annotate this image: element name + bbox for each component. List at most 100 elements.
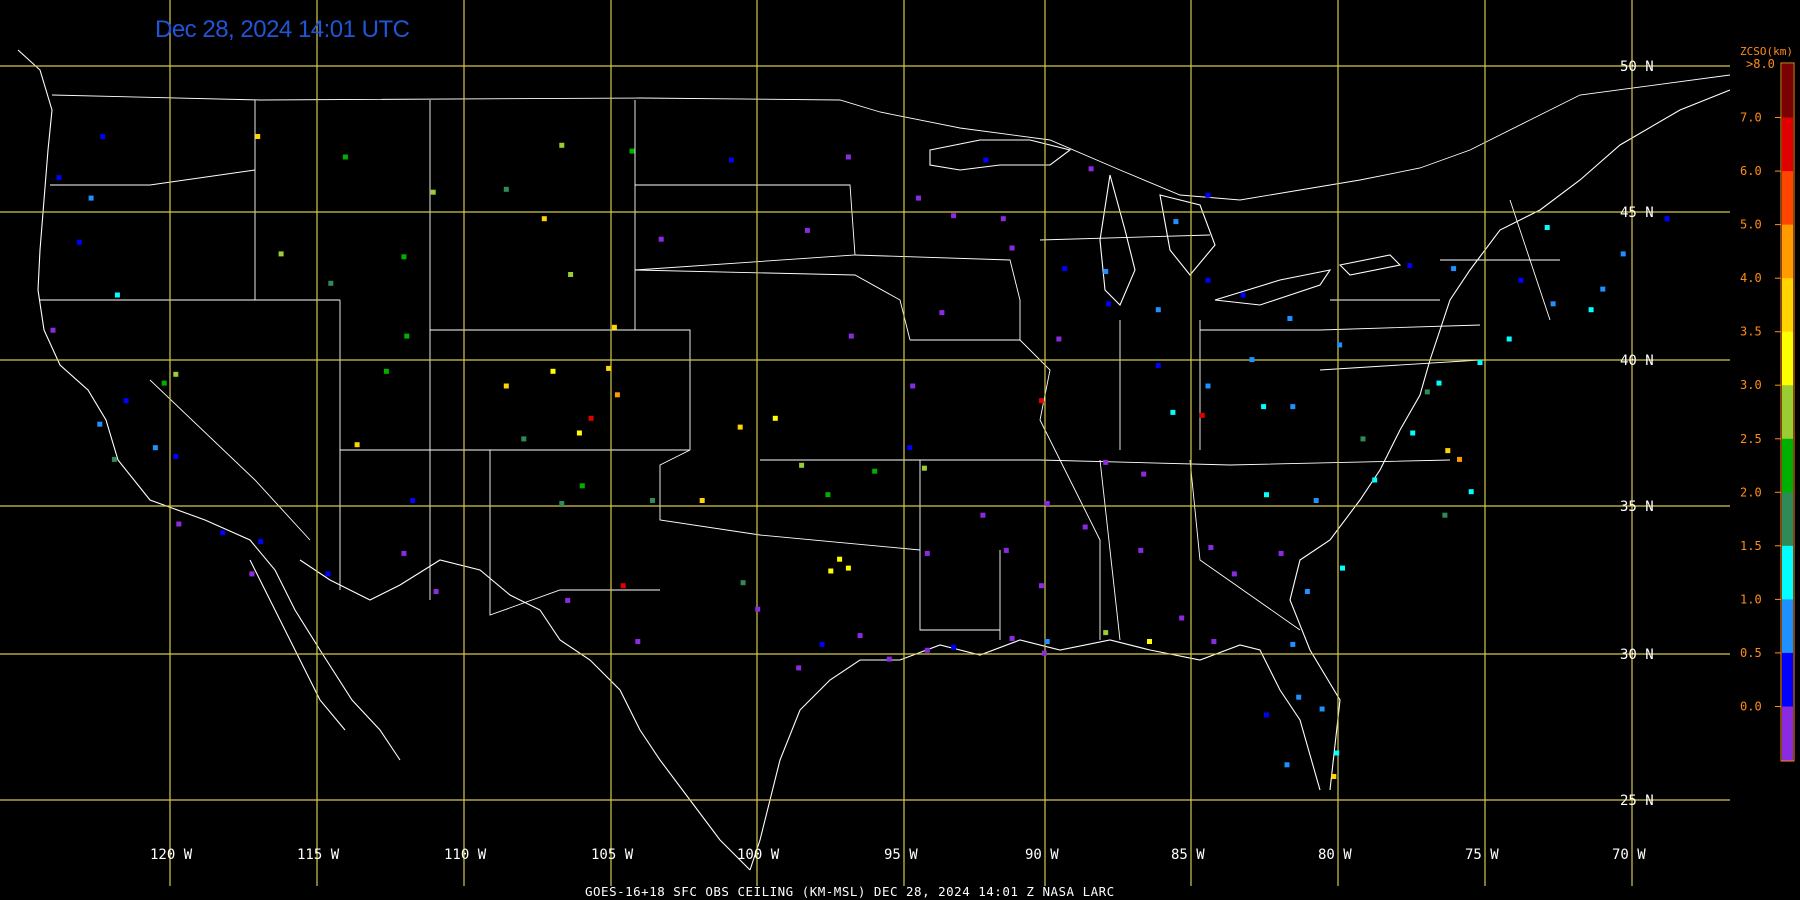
observation-point xyxy=(1468,489,1474,495)
observation-point xyxy=(939,310,945,316)
observation-point xyxy=(606,365,612,371)
legend-tick-label: 0.0 xyxy=(1740,700,1762,714)
observation-point xyxy=(76,239,82,245)
legend-tick-label: 7.0 xyxy=(1740,111,1762,125)
legend-tick-label: 1.0 xyxy=(1740,592,1762,606)
observation-point xyxy=(629,148,635,154)
legend-swatch xyxy=(1782,331,1793,386)
observation-point xyxy=(1337,342,1343,348)
observation-point xyxy=(152,445,158,451)
observation-point xyxy=(1211,639,1217,644)
observation-point xyxy=(88,195,94,201)
observation-point xyxy=(1304,589,1310,594)
observation-point xyxy=(1173,219,1179,225)
weather-map: 50 N 45 N 40 N 35 N 30 N 25 N 120 W 115 W 110 W… xyxy=(0,0,1800,900)
observation-point xyxy=(980,512,986,518)
observation-point xyxy=(1334,750,1340,756)
observation-point xyxy=(383,368,389,374)
observation-point xyxy=(258,539,264,545)
observation-point xyxy=(1264,712,1269,718)
lon-label: 85 W xyxy=(1171,847,1205,863)
observation-point xyxy=(1000,216,1006,222)
legend-swatch xyxy=(1782,706,1793,761)
observation-point xyxy=(658,236,664,242)
observation-point xyxy=(1506,336,1512,342)
observation-point xyxy=(123,398,129,404)
legend-swatch xyxy=(1782,599,1793,654)
observation-point xyxy=(872,468,878,474)
observation-point xyxy=(1103,459,1109,465)
observation-point xyxy=(1588,307,1594,313)
observation-point xyxy=(796,665,802,671)
lon-label: 110 W xyxy=(444,847,487,863)
observation-point xyxy=(614,392,620,398)
observation-point xyxy=(111,456,117,462)
observation-point xyxy=(325,571,331,577)
observation-point xyxy=(1009,245,1015,251)
observation-point xyxy=(1319,706,1325,712)
observation-point xyxy=(1518,277,1524,283)
observation-point xyxy=(100,134,106,139)
observation-point xyxy=(1103,269,1109,274)
legend-swatch xyxy=(1782,652,1793,707)
observation-point xyxy=(1424,389,1430,395)
observation-point xyxy=(255,134,261,139)
observation-point xyxy=(401,550,407,556)
observation-point xyxy=(1436,380,1442,386)
observation-point xyxy=(1407,263,1413,269)
observation-point xyxy=(737,424,743,430)
observation-point xyxy=(1155,307,1161,313)
observation-point xyxy=(699,498,705,503)
observation-point xyxy=(611,324,617,330)
observation-point xyxy=(1199,412,1205,418)
legend-swatch xyxy=(1782,438,1793,493)
observation-point xyxy=(1009,636,1015,641)
observation-point xyxy=(845,565,851,571)
observation-point xyxy=(845,154,851,160)
observation-point xyxy=(1038,583,1044,589)
legend-tick-label: 5.0 xyxy=(1740,218,1762,232)
observation-point xyxy=(1620,251,1626,257)
legend-tick-label: 4.0 xyxy=(1740,271,1762,285)
legend-top-label: >8.0 xyxy=(1746,57,1775,71)
lat-label: 45 N xyxy=(1620,205,1654,221)
observation-point xyxy=(410,498,416,503)
legend-swatch xyxy=(1782,224,1793,279)
observation-point xyxy=(837,556,843,562)
observation-point xyxy=(740,580,746,586)
observation-point xyxy=(565,597,571,603)
observation-point xyxy=(1249,357,1255,363)
legend-swatch xyxy=(1782,171,1793,226)
observation-point xyxy=(799,462,805,468)
observation-point xyxy=(249,571,255,577)
observation-point xyxy=(56,175,62,181)
observation-point xyxy=(576,430,582,436)
observation-point xyxy=(1442,512,1448,518)
lat-label: 40 N xyxy=(1620,353,1654,369)
observation-point xyxy=(910,383,916,389)
observation-point xyxy=(983,157,989,163)
observation-point xyxy=(1062,266,1068,272)
observation-point xyxy=(1044,639,1050,644)
observation-point xyxy=(1287,316,1293,321)
observation-point xyxy=(1205,192,1211,198)
observation-point xyxy=(1340,565,1345,571)
observation-point xyxy=(804,227,810,233)
legend-swatch xyxy=(1782,545,1793,600)
observation-point xyxy=(1410,430,1416,436)
observation-point xyxy=(97,421,103,427)
observation-point xyxy=(1141,471,1147,477)
observation-point xyxy=(886,656,892,662)
observation-point xyxy=(1290,641,1296,647)
legend-tick-label: 6.0 xyxy=(1740,164,1762,178)
observation-point xyxy=(541,216,547,222)
observation-point xyxy=(1313,498,1319,503)
observation-point xyxy=(220,530,226,536)
observation-point xyxy=(503,186,509,192)
observation-point xyxy=(620,583,626,589)
observation-point xyxy=(1041,650,1047,656)
observation-point xyxy=(1106,301,1112,307)
lon-label: 75 W xyxy=(1465,847,1499,863)
observation-point xyxy=(1264,492,1269,498)
observation-point xyxy=(176,521,182,527)
